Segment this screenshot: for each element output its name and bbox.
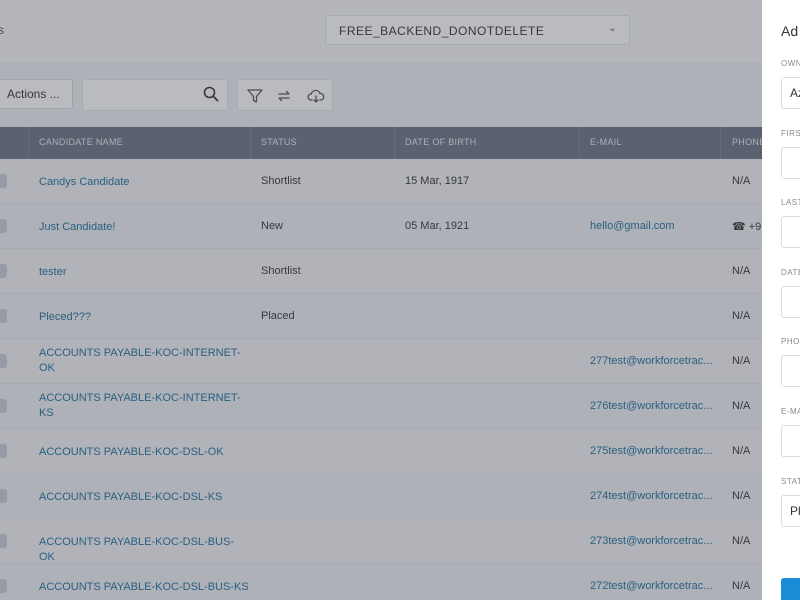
date-of-birth-field[interactable]: [781, 286, 800, 318]
phone-label: PHO: [781, 337, 800, 346]
add-candidate-panel: Ad OWN Az FIRS LAST DATE PHO E-MA STAT P…: [762, 0, 800, 600]
status-label: STAT: [781, 477, 800, 486]
date-of-birth-label: DATE: [781, 268, 800, 277]
first-name-field[interactable]: [781, 147, 800, 179]
status-select[interactable]: Pl: [781, 495, 800, 527]
phone-field[interactable]: [781, 355, 800, 387]
last-name-field[interactable]: [781, 216, 800, 248]
save-button[interactable]: [781, 578, 800, 600]
owner-select[interactable]: Az: [781, 77, 800, 109]
owner-label: OWN: [781, 59, 800, 68]
last-name-label: LAST: [781, 198, 800, 207]
first-name-label: FIRS: [781, 129, 800, 138]
email-field[interactable]: [781, 425, 800, 457]
owner-select-value: Az: [790, 86, 800, 100]
email-label: E-MA: [781, 407, 800, 416]
status-select-value: Pl: [790, 504, 800, 518]
panel-title: Ad: [781, 23, 799, 39]
modal-backdrop[interactable]: [0, 0, 762, 600]
